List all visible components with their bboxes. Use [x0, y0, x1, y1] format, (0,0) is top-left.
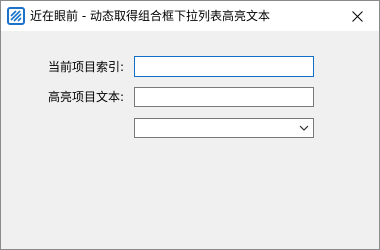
chevron-down-icon[interactable]: [299, 124, 309, 132]
index-input[interactable]: [134, 56, 314, 77]
combo-box[interactable]: [134, 118, 314, 138]
hatched-square-icon: [7, 7, 25, 25]
highlight-text-input[interactable]: [134, 87, 314, 107]
title-bar[interactable]: 近在眼前 - 动态取得组合框下拉列表高亮文本: [1, 1, 379, 31]
close-button[interactable]: [335, 1, 379, 31]
text-label: 高亮项目文本:: [48, 90, 125, 104]
close-icon: [351, 10, 363, 22]
window-title: 近在眼前 - 动态取得组合框下拉列表高亮文本: [30, 9, 270, 23]
app-window: 近在眼前 - 动态取得组合框下拉列表高亮文本 当前项目索引: 高亮项目文本:: [0, 0, 380, 250]
index-label: 当前项目索引:: [48, 60, 125, 74]
